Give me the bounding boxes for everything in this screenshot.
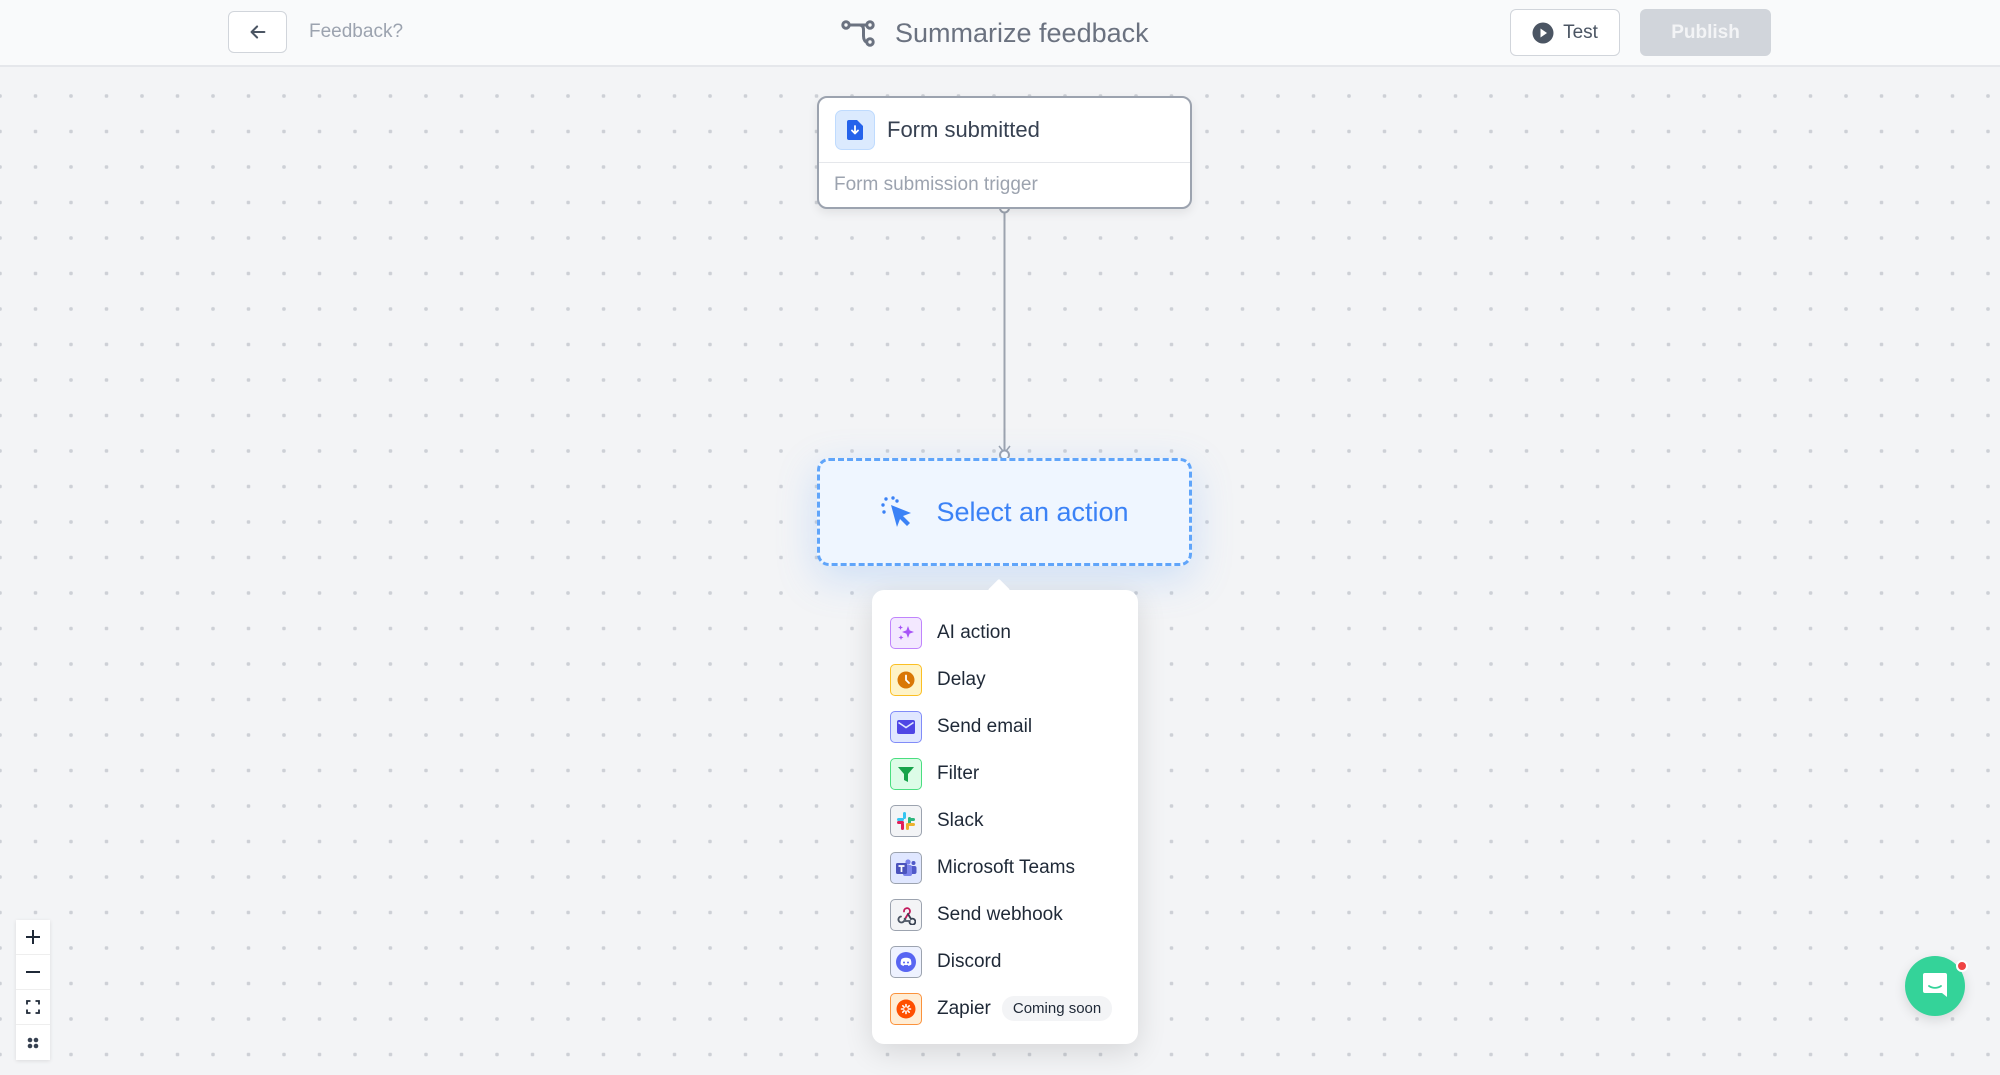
workflow-branch-icon [841,20,875,47]
menu-item-delay[interactable]: Delay [872,656,1138,703]
teams-icon [890,851,922,884]
zoom-controls [16,920,50,1060]
zoom-in-button[interactable] [16,920,50,955]
menu-item-microsoft-teams[interactable]: Microsoft Teams [872,844,1138,891]
publish-button[interactable]: Publish [1640,9,1771,56]
menu-item-zapier[interactable]: Zapier Coming soon [872,985,1138,1032]
mail-icon [890,710,922,743]
form-download-icon [835,110,875,150]
slack-icon [890,804,922,837]
menu-item-ai-action[interactable]: AI action [872,609,1138,656]
grid-icon [27,1037,39,1048]
feedback-link[interactable]: Feedback? [309,21,403,43]
test-button[interactable]: Test [1510,9,1620,56]
fit-view-icon [26,1000,40,1014]
chat-widget-button[interactable] [1905,956,1968,1016]
minus-icon [26,971,40,973]
action-menu: AI action Delay Send email Filter Slack … [872,578,1138,1044]
menu-item-send-webhook[interactable]: Send webhook [872,891,1138,938]
clock-icon [890,663,922,696]
filter-icon [890,757,922,790]
publish-button-label: Publish [1671,21,1740,43]
menu-item-label: Send webhook [937,903,1063,925]
fit-view-button[interactable] [16,990,50,1025]
page-title: Summarize feedback [895,17,1149,48]
arrow-left-icon [250,25,265,39]
cursor-click-icon [881,496,912,527]
discord-icon [890,945,922,978]
zapier-icon [890,992,922,1025]
select-action-label: Select an action [936,496,1129,527]
menu-item-label: Discord [937,950,1002,972]
menu-item-filter[interactable]: Filter [872,750,1138,797]
trigger-node-header: Form submitted [819,98,1190,163]
minimap-toggle-button[interactable] [16,1025,50,1060]
menu-item-label: AI action [937,621,1011,643]
menu-item-label: Delay [937,668,986,690]
coming-soon-badge: Coming soon [1001,996,1113,1021]
menu-item-label: Zapier [937,997,991,1019]
trigger-node[interactable]: Form submitted Form submission trigger [817,96,1192,209]
trigger-node-title: Form submitted [887,117,1040,142]
notification-dot [1956,960,1968,972]
menu-item-send-email[interactable]: Send email [872,703,1138,750]
menu-item-label: Microsoft Teams [937,856,1075,878]
menu-item-slack[interactable]: Slack [872,797,1138,844]
chat-icon [1923,973,1947,997]
menu-item-discord[interactable]: Discord [872,938,1138,985]
menu-item-label: Send email [937,715,1033,737]
select-action-node[interactable]: Select an action [817,458,1192,566]
sparkles-icon [890,616,922,649]
test-button-label: Test [1563,21,1598,43]
webhook-icon [890,898,922,931]
back-button[interactable] [228,11,287,53]
workflow-title: Summarize feedback [841,15,1149,51]
plus-icon [26,930,40,944]
menu-item-label: Slack [937,809,984,831]
top-bar: Feedback? Summarize feedback Test Publis… [0,0,2000,67]
menu-item-label: Filter [937,762,980,784]
zoom-out-button[interactable] [16,955,50,990]
play-circle-icon [1532,22,1554,43]
trigger-node-subtitle: Form submission trigger [834,174,1038,195]
